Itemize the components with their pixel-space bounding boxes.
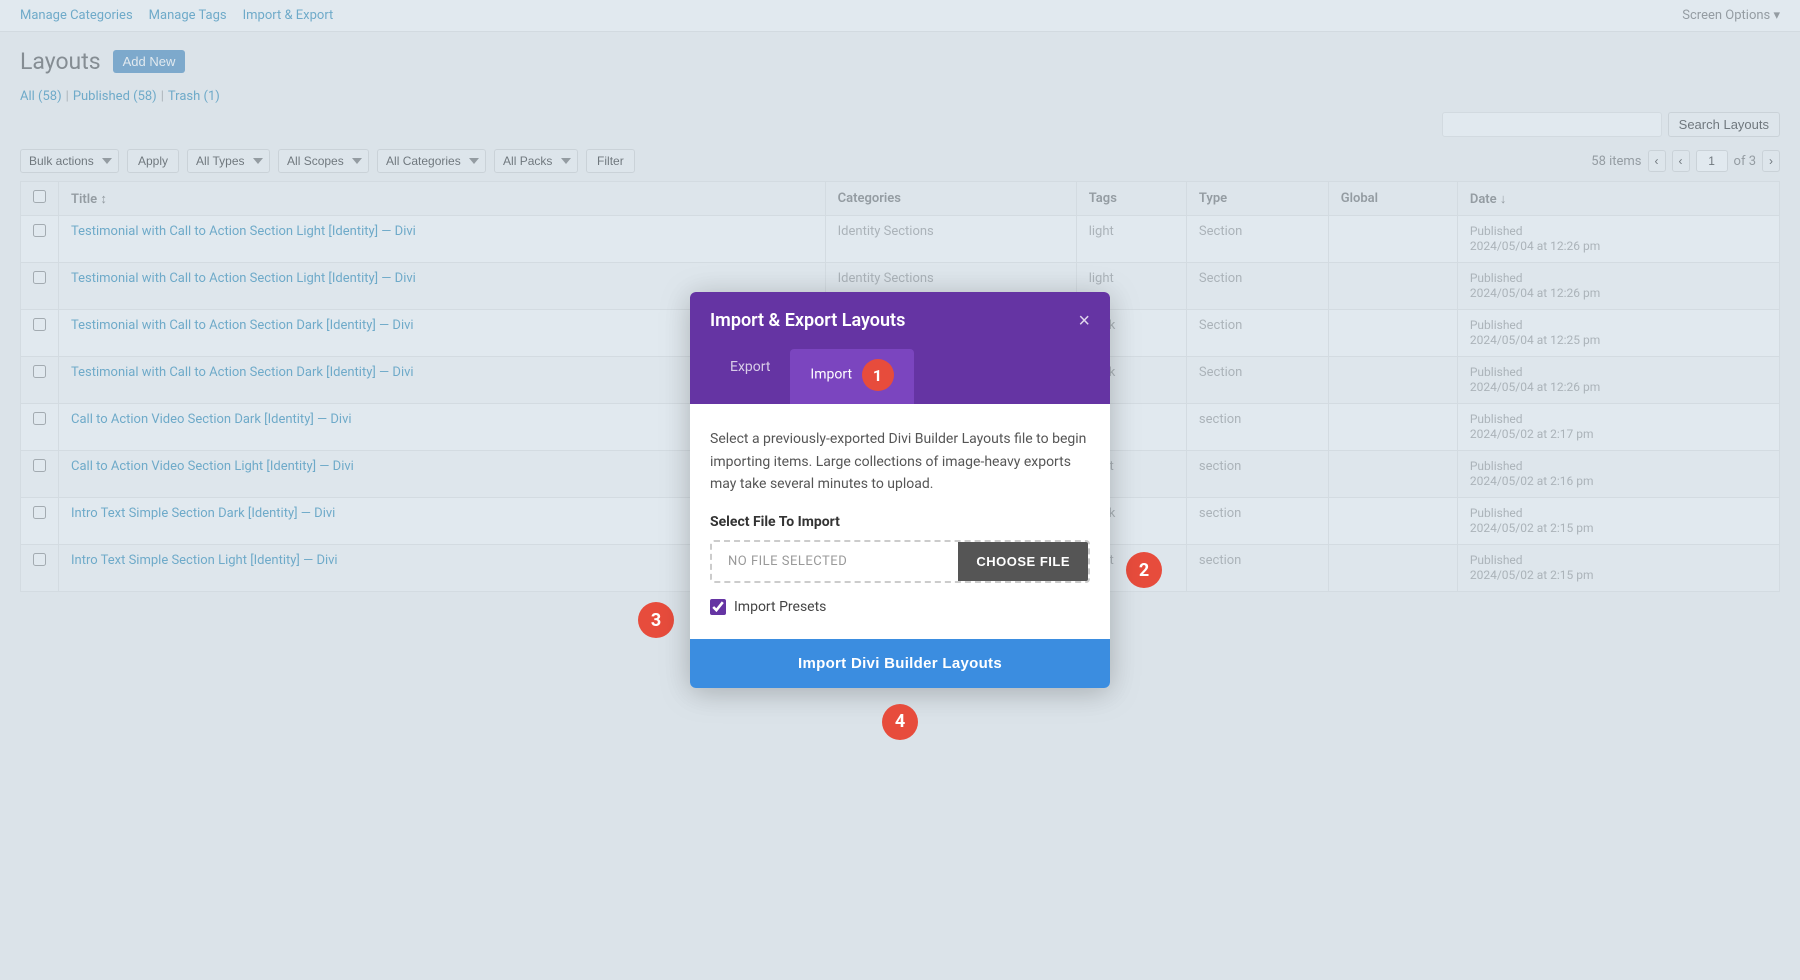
file-section-label: Select File To Import — [710, 514, 1090, 530]
import-presets-checkbox[interactable] — [710, 599, 726, 615]
import-export-modal: Import & Export Layouts × Export Import … — [690, 292, 1110, 687]
step-1-badge: 1 — [862, 359, 894, 391]
file-upload-area: NO FILE SELECTED CHOOSE FILE — [710, 540, 1090, 583]
no-file-label: NO FILE SELECTED — [712, 542, 958, 581]
step-2-badge: 2 — [1126, 552, 1162, 588]
import-presets-row: Import Presets — [710, 599, 1090, 615]
modal-wrapper: 2 3 Import & Export Layouts × Export Imp… — [690, 292, 1110, 687]
import-divi-button[interactable]: Import Divi Builder Layouts — [690, 639, 1110, 688]
modal-description: Select a previously-exported Divi Builde… — [710, 428, 1090, 495]
step-4-badge: 4 — [882, 704, 918, 740]
modal-overlay[interactable]: 2 3 Import & Export Layouts × Export Imp… — [0, 0, 1800, 980]
import-presets-label: Import Presets — [734, 599, 826, 615]
modal-title: Import & Export Layouts — [710, 310, 905, 331]
tab-export[interactable]: Export — [710, 349, 790, 404]
modal-footer: Import Divi Builder Layouts — [690, 639, 1110, 688]
modal-body: Select a previously-exported Divi Builde… — [690, 404, 1110, 638]
modal-tabs: Export Import 1 — [690, 349, 1110, 404]
modal-header: Import & Export Layouts × — [690, 292, 1110, 349]
choose-file-button[interactable]: CHOOSE FILE — [958, 542, 1088, 581]
modal-close-button[interactable]: × — [1078, 311, 1090, 331]
tab-import[interactable]: Import 1 — [790, 349, 913, 404]
step-3-badge: 3 — [638, 602, 674, 638]
